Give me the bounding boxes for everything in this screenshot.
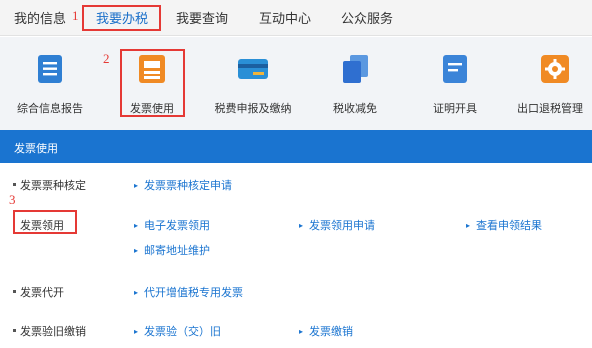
tax-service-page: 我的信息 我要办税 我要查询 互动中心 公众服务 1 综合信息报告 发票使用 税…: [0, 0, 592, 348]
panel-title: 发票使用: [14, 142, 58, 155]
highlight-box-tile: [120, 49, 185, 117]
tile-label: 证明开具: [433, 102, 477, 115]
link-invoice-cancel[interactable]: 发票缴销: [299, 323, 353, 339]
row-label-type-approval: 发票票种核定: [20, 179, 86, 192]
link-mailing-address[interactable]: 邮寄地址维护: [134, 242, 210, 258]
report-icon: [35, 54, 65, 84]
tile-info-report[interactable]: 综合信息报告: [0, 37, 100, 130]
nav-query[interactable]: 我要查询: [176, 8, 228, 27]
certificate-icon: [440, 54, 470, 84]
nav-interaction[interactable]: 互动中心: [259, 8, 311, 27]
nav-my-info[interactable]: 我的信息: [14, 8, 66, 27]
highlight-box-label: [13, 210, 77, 234]
tile-certificate[interactable]: 证明开具: [420, 37, 490, 130]
tile-label: 出口退税管理: [517, 102, 583, 115]
tile-tax-relief[interactable]: 税收减免: [320, 37, 390, 130]
bullet-icon: [13, 329, 16, 332]
row-label-verify-cancel: 发票验旧缴销: [20, 325, 86, 338]
link-e-invoice-receive[interactable]: 电子发票领用: [134, 217, 210, 233]
tile-tax-declare[interactable]: 税费申报及缴纳: [208, 37, 298, 130]
highlight-box-nav: [82, 5, 161, 31]
row-label-proxy-issue: 发票代开: [20, 286, 64, 299]
link-view-result[interactable]: 查看申领结果: [466, 217, 542, 233]
documents-icon: [340, 54, 370, 84]
step-mark-3: 3: [9, 192, 16, 207]
bullet-icon: [13, 183, 16, 186]
tile-export-refund[interactable]: 出口退税管理: [508, 37, 592, 130]
bullet-icon: [13, 290, 16, 293]
card-icon: [238, 54, 268, 84]
panel-header: 发票使用: [0, 130, 592, 163]
nav-public-service[interactable]: 公众服务: [341, 8, 393, 27]
link-verify-old[interactable]: 发票验（交）旧: [134, 323, 221, 339]
service-icon-bar: 综合信息报告 发票使用 税费申报及缴纳 税收减免 证明开具 出口退税管理: [0, 37, 592, 130]
link-invoice-receive-apply[interactable]: 发票领用申请: [299, 217, 375, 233]
tile-label: 税费申报及缴纳: [214, 102, 292, 115]
link-proxy-vat-special[interactable]: 代开增值税专用发票: [134, 284, 243, 300]
step-mark-2: 2: [103, 51, 110, 66]
tile-label: 税收减免: [333, 102, 377, 115]
link-type-approval-apply[interactable]: 发票票种核定申请: [134, 177, 232, 193]
step-mark-1: 1: [72, 8, 79, 23]
tile-label: 综合信息报告: [17, 102, 83, 115]
gear-icon: [540, 54, 570, 84]
